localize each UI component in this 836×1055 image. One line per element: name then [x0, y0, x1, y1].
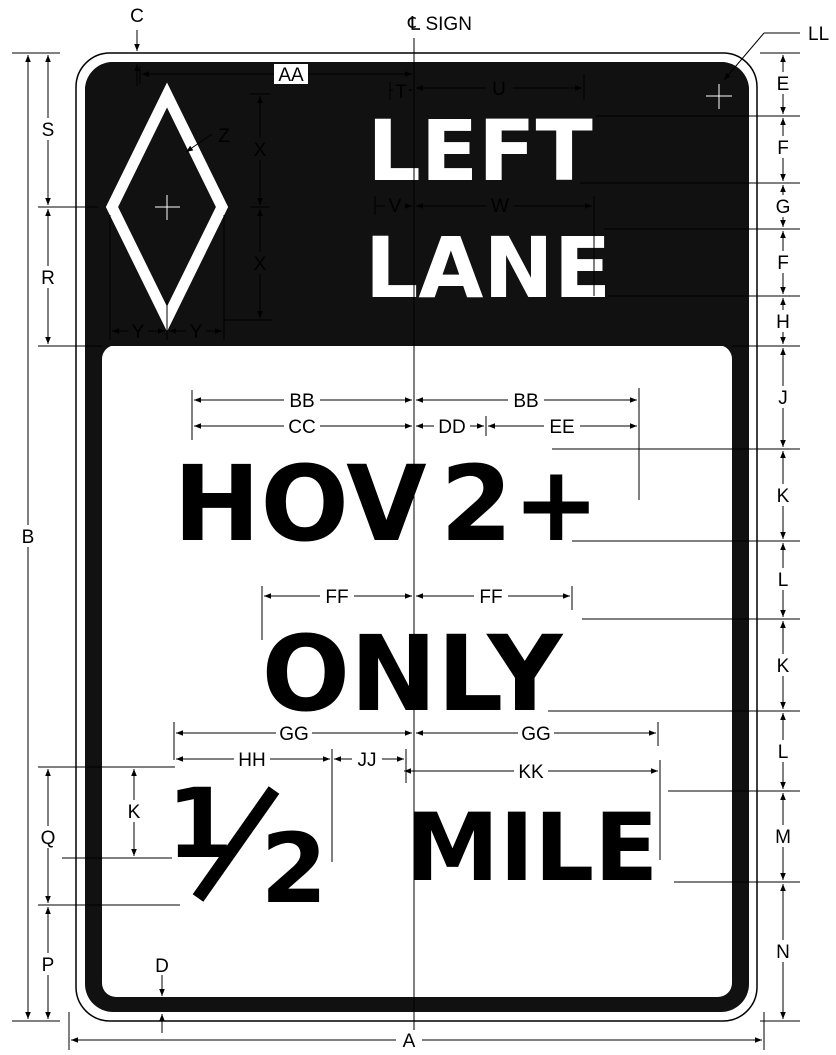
- dim-label-l-2: L: [778, 742, 789, 763]
- legend-only: ONLY: [262, 613, 565, 735]
- dim-label-z: Z: [218, 126, 230, 147]
- dim-label-b: B: [22, 527, 35, 548]
- dim-label-ff-1: FF: [325, 587, 348, 608]
- dim-label-cc: CC: [288, 417, 315, 438]
- dim-label-r: R: [41, 268, 55, 289]
- dim-label-g: G: [776, 197, 791, 218]
- dim-label-x-1: X: [254, 140, 267, 161]
- dim-label-k-fraction: K: [128, 802, 141, 823]
- dim-label-jj: JJ: [358, 750, 377, 771]
- dim-label-d: D: [155, 956, 169, 977]
- dim-label-h: H: [776, 312, 790, 333]
- dim-label-bb-1: BB: [289, 391, 314, 412]
- centerline-label: ℄ SIGN: [407, 14, 472, 35]
- dim-label-gg-1: GG: [279, 724, 309, 745]
- dim-label-y-1: Y: [132, 322, 145, 343]
- dim-label-w: W: [491, 196, 509, 217]
- dim-label-f-2: F: [777, 253, 789, 274]
- legend-occupancy: 2+: [440, 443, 600, 565]
- dim-label-kk: KK: [518, 762, 544, 783]
- dim-label-ff-2: FF: [479, 587, 502, 608]
- dim-label-m: M: [775, 827, 791, 848]
- dim-label-q: Q: [41, 828, 56, 849]
- fraction-denominator: 2: [261, 813, 328, 925]
- dim-label-v: V: [389, 196, 402, 217]
- sign-diagram: LEFT LANE HOV 2+ ONLY 1 2 MILE ℄ SIGN A …: [12, 6, 829, 1052]
- dim-label-dd: DD: [438, 417, 465, 438]
- dim-label-ll: LL: [808, 24, 829, 45]
- dim-label-s: S: [42, 120, 55, 141]
- dim-label-x-2: X: [254, 254, 267, 275]
- dim-label-p: P: [42, 955, 55, 976]
- dim-label-bb-2: BB: [513, 391, 538, 412]
- dim-label-hh: HH: [238, 750, 265, 771]
- dim-label-k-2: K: [777, 656, 790, 677]
- dim-label-l-1: L: [778, 570, 789, 591]
- dim-label-aa: AA: [278, 65, 304, 86]
- dim-label-a: A: [403, 1031, 416, 1052]
- dim-label-j: J: [778, 388, 788, 409]
- dim-label-ee: EE: [549, 417, 574, 438]
- dim-label-k-1: K: [777, 486, 790, 507]
- dim-label-f-1: F: [777, 138, 789, 159]
- legend-mile: MILE: [406, 794, 659, 903]
- legend-left: LEFT: [367, 102, 593, 200]
- dim-label-n: N: [776, 942, 790, 963]
- dim-label-t: T: [395, 82, 407, 103]
- legend-hov: HOV: [173, 443, 426, 565]
- dim-label-u: U: [492, 79, 506, 100]
- legend-lane: LANE: [365, 219, 611, 317]
- dim-label-c: C: [130, 6, 144, 27]
- dim-label-gg-2: GG: [521, 724, 551, 745]
- dim-label-y-2: Y: [190, 322, 203, 343]
- dim-label-e: E: [777, 74, 790, 95]
